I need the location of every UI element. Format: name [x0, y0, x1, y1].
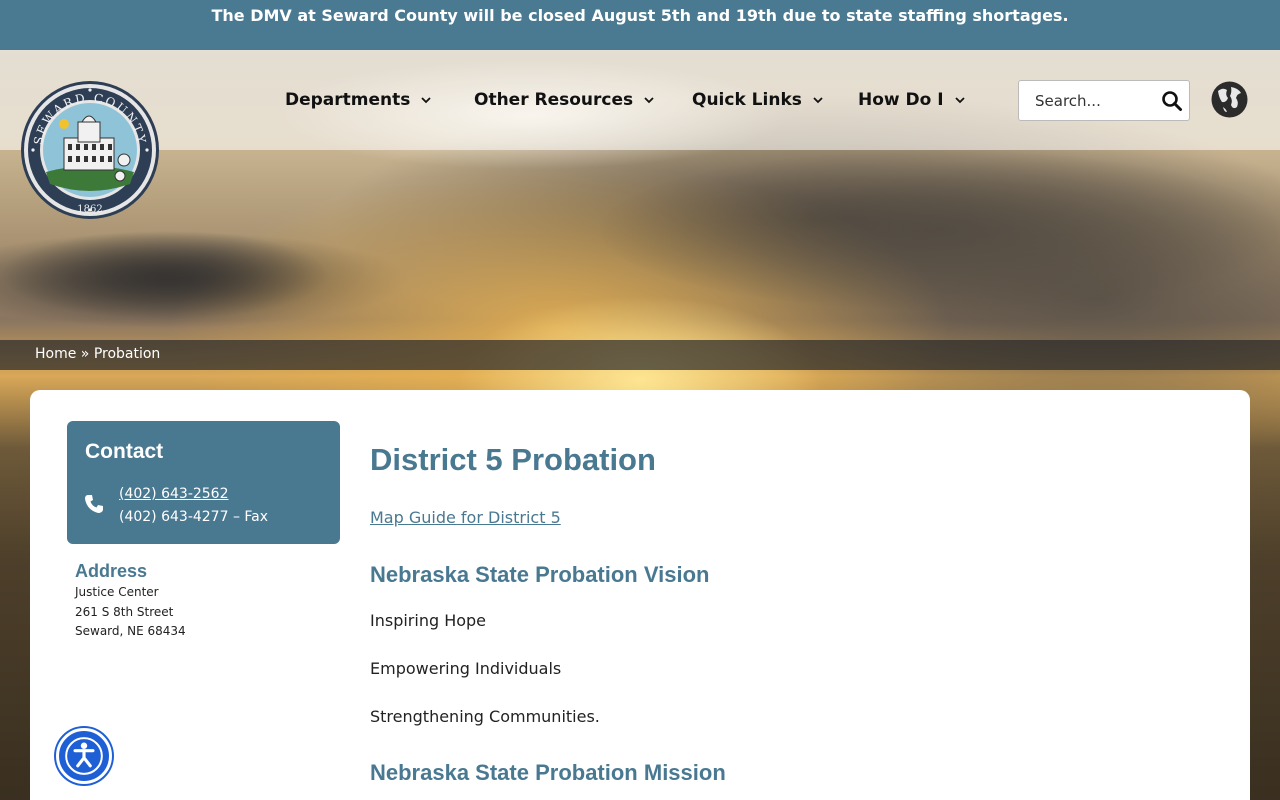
page-title: District 5 Probation: [370, 442, 656, 477]
search-icon[interactable]: [1161, 90, 1183, 112]
chevron-down-icon: [954, 97, 965, 104]
breadcrumb: Home » Probation: [0, 340, 1280, 370]
vision-item: Inspiring Hope: [370, 611, 487, 630]
vision-item: Empowering Individuals: [370, 659, 562, 678]
address-line: Justice Center: [75, 585, 159, 599]
accessibility-icon[interactable]: [56, 728, 112, 784]
contact-box: Contact (402) 643-2562 (402) 643-4277 – …: [67, 421, 340, 544]
breadcrumb-separator: »: [76, 346, 94, 362]
nav-how-do-i[interactable]: How Do I: [858, 86, 966, 114]
content-card: Contact (402) 643-2562 (402) 643-4277 – …: [30, 390, 1250, 800]
search-input[interactable]: [1035, 91, 1147, 110]
address-line: 261 S 8th Street: [75, 605, 174, 619]
nav-departments[interactable]: Departments: [285, 86, 432, 114]
phone-icon: [85, 495, 103, 513]
search-box: [1018, 80, 1190, 121]
announcement-bar: The DMV at Seward County will be closed …: [0, 0, 1280, 50]
announcement-text: The DMV at Seward County will be closed …: [211, 6, 1069, 25]
hero-cloud: [0, 230, 330, 320]
phone-link[interactable]: (402) 643-2562: [119, 486, 229, 502]
contact-title: Contact: [85, 440, 164, 463]
breadcrumb-current: Probation: [93, 346, 161, 362]
chevron-down-icon: [644, 97, 654, 104]
hero-cloud: [600, 150, 1280, 310]
address-title: Address: [75, 561, 148, 581]
vision-item: Strengthening Communities.: [370, 707, 600, 726]
fax-number: (402) 643-4277 – Fax: [119, 509, 269, 525]
breadcrumb-home-link[interactable]: Home: [35, 346, 76, 362]
nav-other-resources[interactable]: Other Resources: [474, 86, 655, 114]
globe-icon[interactable]: [1211, 81, 1248, 118]
map-guide-link[interactable]: Map Guide for District 5: [370, 508, 561, 527]
seal-year: 1862: [77, 204, 102, 215]
chevron-down-icon: [813, 97, 823, 104]
nav-quick-links[interactable]: Quick Links: [692, 86, 824, 114]
chevron-down-icon: [421, 97, 432, 104]
county-seal-logo[interactable]: SEWARD COUNTY 1862: [20, 80, 160, 220]
mission-heading: Nebraska State Probation Mission: [370, 760, 726, 785]
address-line: Seward, NE 68434: [75, 624, 186, 638]
vision-heading: Nebraska State Probation Vision: [370, 562, 710, 587]
